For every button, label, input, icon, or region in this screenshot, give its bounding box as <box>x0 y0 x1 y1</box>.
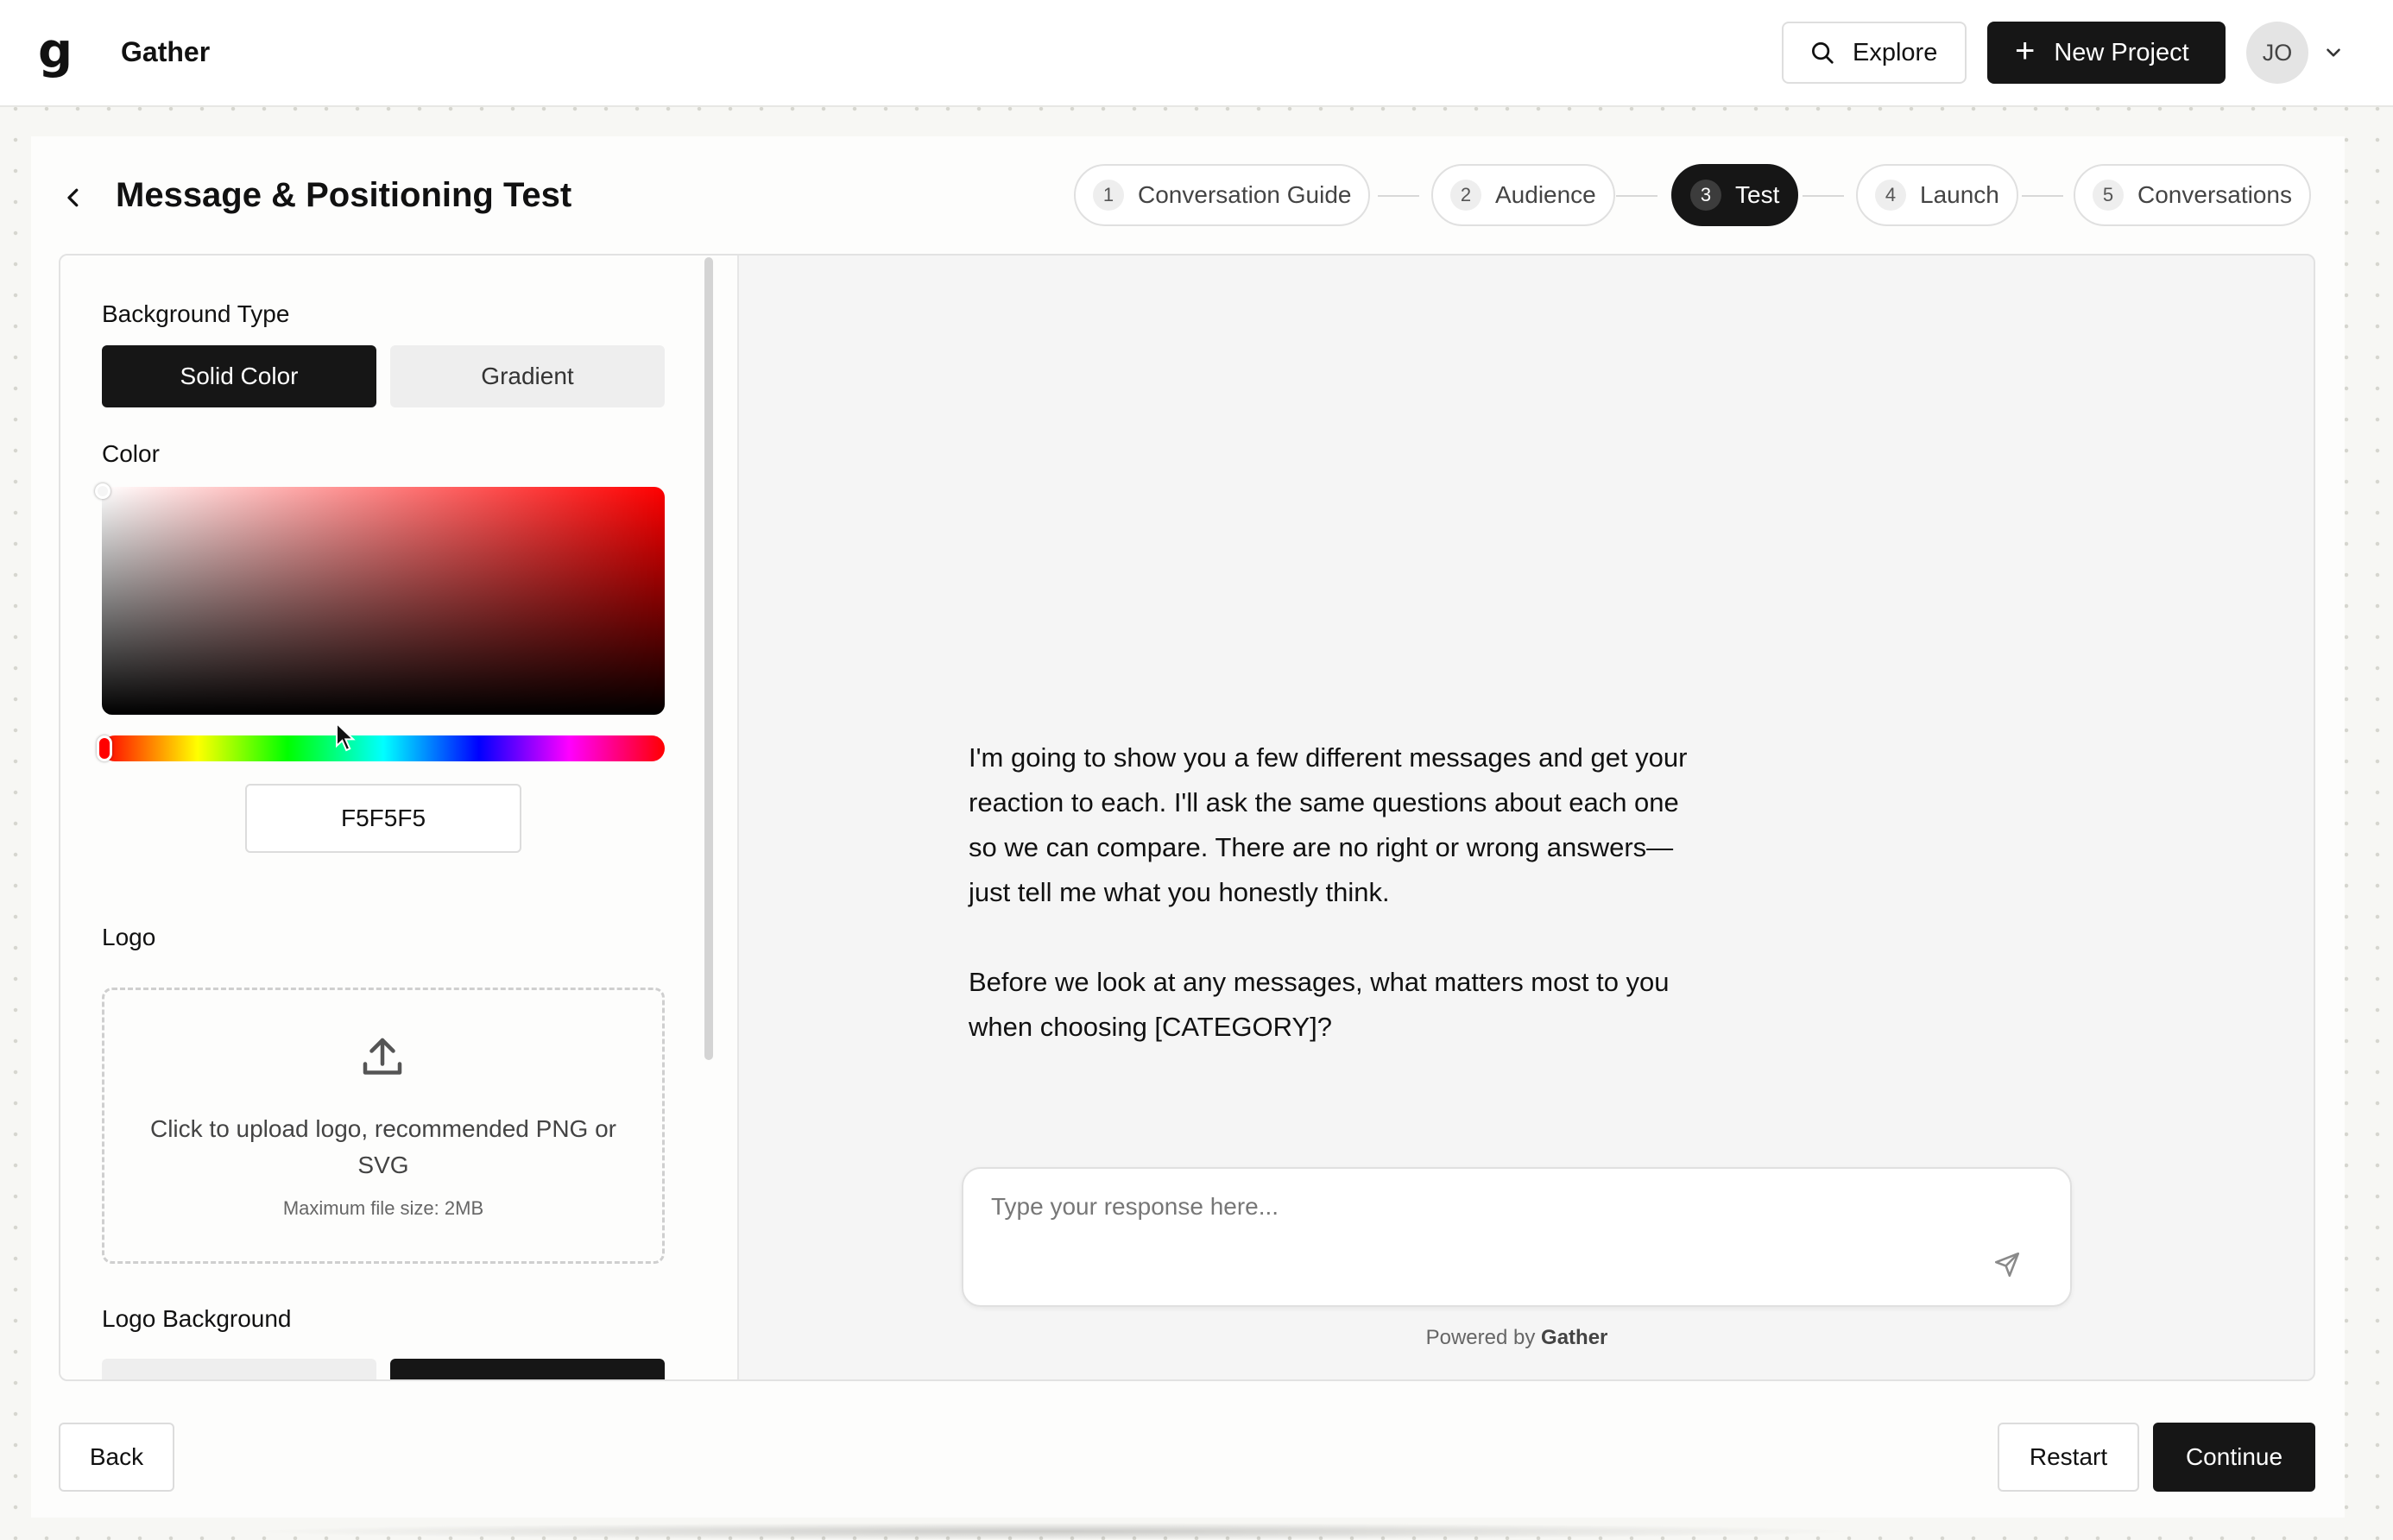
step-test[interactable]: 3 Test <box>1671 164 1799 226</box>
step-connector <box>2022 195 2063 197</box>
step-conversation-guide[interactable]: 1 Conversation Guide <box>1074 164 1371 226</box>
color-label: Color <box>102 440 160 467</box>
solid-color-toggle[interactable]: Solid Color <box>102 345 376 407</box>
powered-by: Powered by Gather <box>962 1326 2072 1350</box>
step-label: Conversations <box>2137 181 2292 208</box>
page-title: Message & Positioning Test <box>116 176 572 214</box>
mouse-cursor-icon <box>336 722 356 752</box>
logo-background-option-dark[interactable] <box>390 1359 665 1379</box>
step-number: 4 <box>1875 180 1906 211</box>
logo-label: Logo <box>102 924 156 950</box>
powered-by-prefix: Powered by <box>1425 1326 1536 1349</box>
bottom-shadow <box>242 1523 1865 1540</box>
main-panel: Message & Positioning Test 1 Conversatio… <box>31 136 2345 1518</box>
continue-button[interactable]: Continue <box>2153 1423 2315 1492</box>
back-arrow-icon[interactable] <box>60 185 86 211</box>
response-input[interactable]: Type your response here... <box>962 1167 2072 1307</box>
upload-instructions: Click to upload logo, recommended PNG or… <box>149 1115 617 1178</box>
new-project-label: New Project <box>2054 38 2189 66</box>
plus-icon: + <box>2015 32 2036 70</box>
upload-size-limit: Maximum file size: 2MB <box>282 1197 484 1219</box>
hue-slider-handle[interactable] <box>97 735 112 761</box>
explore-label: Explore <box>1853 38 1938 66</box>
step-connector <box>1378 195 1419 197</box>
step-number: 3 <box>1690 180 1721 211</box>
step-label: Launch <box>1920 181 1999 208</box>
step-launch[interactable]: 4 Launch <box>1856 164 2018 226</box>
powered-by-brand: Gather <box>1541 1326 1608 1349</box>
color-picker-handle[interactable] <box>95 483 110 499</box>
hue-slider[interactable] <box>102 735 665 761</box>
avatar[interactable]: JO <box>2246 22 2308 84</box>
step-connector <box>1616 195 1657 197</box>
upload-icon <box>363 1038 402 1075</box>
chevron-down-icon[interactable] <box>2322 41 2345 64</box>
message-paragraph: I'm going to show you a few different me… <box>969 742 1688 907</box>
new-project-button[interactable]: + New Project <box>1987 22 2226 84</box>
appearance-settings-panel: Background Type Solid Color Gradient Col… <box>60 256 739 1379</box>
background-type-label: Background Type <box>102 300 290 327</box>
hex-color-input[interactable]: F5F5F5 <box>245 784 521 853</box>
step-audience[interactable]: 2 Audience <box>1431 164 1615 226</box>
send-icon[interactable] <box>1992 1250 2022 1279</box>
step-number: 1 <box>1093 180 1124 211</box>
step-conversations[interactable]: 5 Conversations <box>2074 164 2311 226</box>
gather-logo[interactable]: g <box>38 28 79 78</box>
step-label: Test <box>1735 181 1780 208</box>
logo-upload-dropzone[interactable]: Click to upload logo, recommended PNG or… <box>102 988 665 1264</box>
back-button[interactable]: Back <box>59 1423 174 1492</box>
workspace: Background Type Solid Color Gradient Col… <box>59 254 2315 1381</box>
assistant-message: I'm going to show you a few different me… <box>969 735 1711 1095</box>
step-connector <box>1803 195 1844 197</box>
logo-background-label: Logo Background <box>102 1305 292 1332</box>
step-number: 5 <box>2093 180 2124 211</box>
restart-button[interactable]: Restart <box>1998 1423 2139 1492</box>
top-bar: g Gather Explore + New Project JO <box>0 0 2393 107</box>
step-label: Conversation Guide <box>1138 181 1352 208</box>
settings-scrollbar[interactable] <box>704 257 713 1060</box>
search-icon <box>1812 42 1834 64</box>
explore-button[interactable]: Explore <box>1782 22 1967 84</box>
logo-background-option-light[interactable] <box>102 1359 376 1379</box>
response-placeholder: Type your response here... <box>991 1193 1279 1220</box>
color-saturation-picker[interactable] <box>102 487 665 715</box>
message-paragraph: Before we look at any messages, what mat… <box>969 967 1670 1042</box>
step-label: Audience <box>1495 181 1596 208</box>
app-name: Gather <box>121 36 211 67</box>
gradient-toggle[interactable]: Gradient <box>390 345 665 407</box>
step-number: 2 <box>1450 180 1481 211</box>
